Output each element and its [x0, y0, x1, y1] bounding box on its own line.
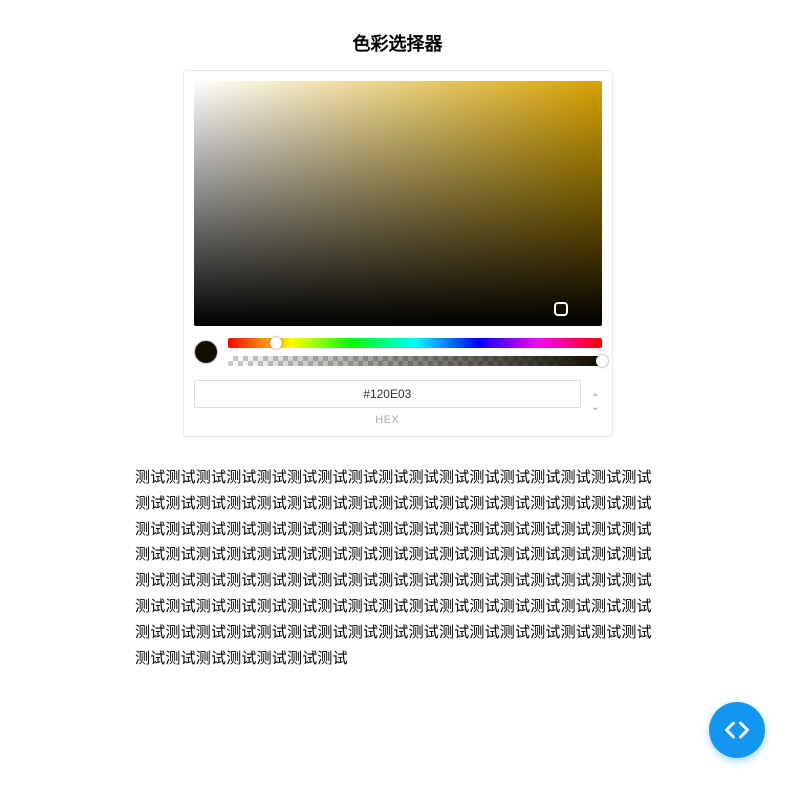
hue-slider-handle[interactable] [270, 337, 282, 349]
saturation-brightness-area[interactable] [194, 81, 602, 326]
alpha-slider[interactable] [228, 356, 602, 366]
page-title: 色彩选择器 [135, 30, 660, 56]
color-mode-toggle[interactable]: ⌃ ⌄ [589, 390, 601, 416]
color-mode-label: HEX [194, 414, 582, 426]
current-color-swatch [194, 340, 218, 364]
saturation-cursor[interactable] [554, 302, 568, 316]
code-fab-button[interactable] [709, 702, 765, 758]
hex-input-row: HEX ⌃ ⌄ [194, 380, 602, 426]
picker-controls [194, 338, 602, 366]
hex-column: HEX [194, 380, 582, 426]
chevron-down-icon: ⌄ [591, 403, 599, 412]
hue-slider[interactable] [228, 338, 602, 348]
hex-input[interactable] [194, 380, 582, 408]
body-paragraph: 测试测试测试测试测试测试测试测试测试测试测试测试测试测试测试测试测试测试测试测试… [135, 465, 660, 671]
code-icon [723, 716, 751, 744]
alpha-slider-handle[interactable] [596, 355, 608, 367]
slider-column [228, 338, 602, 366]
color-picker-panel: HEX ⌃ ⌄ [183, 70, 613, 437]
